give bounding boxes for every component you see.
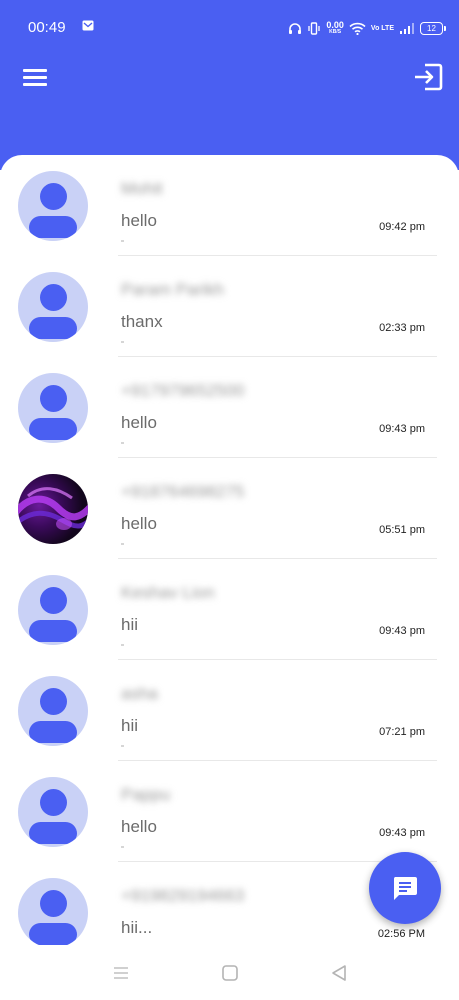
network-speed-unit: KB/S — [329, 29, 342, 35]
contact-name: asha — [121, 684, 158, 703]
status-bar: 00:49 0.00 KB/S Vo LTE 12 — [0, 0, 459, 56]
avatar — [18, 171, 88, 241]
contact-name: +917979652500 — [121, 381, 245, 400]
wifi-icon — [349, 22, 366, 35]
recent-apps-icon[interactable] — [111, 963, 131, 983]
last-message: hello — [121, 817, 157, 836]
last-message: hello — [121, 514, 157, 533]
logout-icon[interactable] — [413, 63, 443, 91]
headphones-icon — [289, 22, 302, 34]
last-message: hii — [121, 716, 139, 735]
new-message-icon — [393, 877, 417, 900]
last-message: hello — [121, 413, 157, 432]
last-message: hello — [121, 211, 157, 230]
vibrate-icon — [308, 21, 321, 35]
new-message-button[interactable] — [369, 852, 441, 924]
avatar — [18, 575, 88, 645]
network-speed-value: 0.00 — [326, 20, 344, 30]
message-time: 09:43 pm — [379, 423, 425, 435]
battery-indicator: 12 — [420, 21, 446, 35]
status-icons: 0.00 KB/S Vo LTE 12 — [288, 17, 446, 39]
status-time: 00:49 — [28, 19, 66, 36]
contact-name: +919829194663 — [121, 886, 245, 905]
chat-row[interactable]: Mohit hello 09:42 pm — [0, 155, 459, 256]
contact-name: +918764698275 — [121, 482, 245, 501]
chat-list: Mohit hello 09:42 pm Param Parikh thanx … — [0, 155, 459, 955]
back-icon[interactable] — [329, 963, 349, 983]
avatar — [18, 777, 88, 847]
contact-name: Mohit — [121, 179, 163, 198]
chat-row[interactable]: +917979652500 hello 09:43 pm — [0, 357, 459, 458]
chat-row[interactable]: asha hii 07:21 pm — [0, 660, 459, 761]
chat-row[interactable]: +918764698275 hello 05:51 pm — [0, 458, 459, 559]
avatar — [18, 878, 88, 948]
message-time: 02:33 pm — [379, 322, 425, 334]
avatar-photo — [18, 474, 88, 544]
signal-icon — [400, 23, 414, 34]
avatar — [18, 676, 88, 746]
home-icon[interactable] — [220, 963, 240, 983]
chat-row[interactable]: Pappu hello 09:43 pm — [0, 761, 459, 862]
last-message: thanx — [121, 312, 163, 331]
system-navigation-bar — [0, 945, 459, 1000]
message-time: 09:42 pm — [379, 221, 425, 233]
gmail-notification-icon — [82, 20, 94, 31]
network-speed: 0.00 KB/S — [326, 20, 344, 36]
message-time: 02:56 PM — [377, 928, 425, 940]
message-time: 09:43 pm — [379, 625, 425, 637]
app-header: 00:49 0.00 KB/S Vo LTE 12 — [0, 0, 459, 170]
contact-name: Param Parikh — [121, 280, 224, 299]
avatar — [18, 272, 88, 342]
contact-name: Keshav Lion — [121, 583, 215, 602]
avatar — [18, 373, 88, 443]
message-time: 05:51 pm — [379, 524, 425, 536]
last-message: hii... — [121, 918, 153, 937]
last-message: hii — [121, 615, 139, 634]
hamburger-menu-icon[interactable] — [22, 66, 48, 88]
volte-indicator: Vo LTE — [370, 24, 394, 32]
contact-name: Pappu — [121, 785, 171, 804]
chat-row[interactable]: Keshav Lion hii 09:43 pm — [0, 559, 459, 660]
chat-row[interactable]: Param Parikh thanx 02:33 pm — [0, 256, 459, 357]
message-time: 09:43 pm — [379, 827, 425, 839]
message-time: 07:21 pm — [379, 726, 425, 738]
